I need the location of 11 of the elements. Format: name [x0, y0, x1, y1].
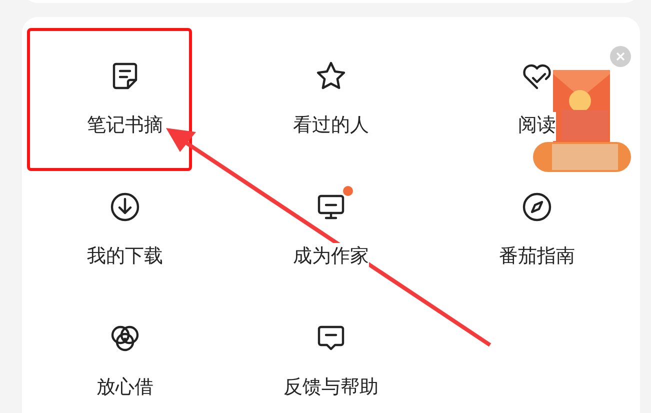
menu-label: 阅读 [518, 112, 556, 140]
menu-item[interactable]: 笔记书摘 [22, 59, 228, 190]
menu-item[interactable]: 看过的人 [228, 59, 434, 190]
menu-item[interactable]: 成为作家 [228, 190, 434, 321]
close-icon [616, 52, 625, 61]
menu-item[interactable]: 反馈与帮助 [228, 321, 434, 413]
compass-icon [520, 190, 554, 224]
download-icon [108, 190, 142, 224]
menu-item[interactable]: 番茄指南 [434, 190, 640, 321]
menu-item[interactable]: 我的下载 [22, 190, 228, 321]
menu-item[interactable]: 放心借 [22, 321, 228, 413]
